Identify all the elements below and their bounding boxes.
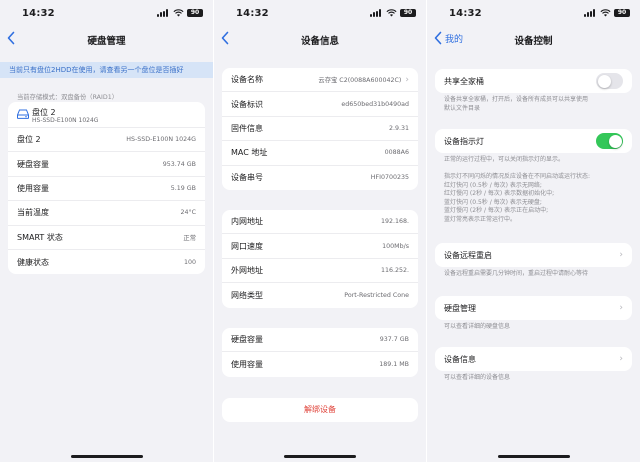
mac-address-row: MAC 地址 0088A6 — [222, 141, 418, 166]
disk-management-screen: 14:32 90 硬盘管理 当前只有盘位2HDD在使用，请查看另一个盘位是否插好… — [0, 0, 213, 462]
page-title: 设备信息 — [300, 36, 339, 47]
device-info-card[interactable]: 设备信息 › — [435, 347, 632, 372]
nav-bar: 我的 设备控制 — [427, 26, 640, 54]
battery-icon: 90 — [187, 9, 203, 17]
share-family-toggle[interactable] — [596, 73, 623, 90]
serial-number-row: 设备串号 HFI0700235 — [231, 173, 409, 183]
lan-address-row: 内网地址 192.168. — [222, 210, 418, 235]
wifi-icon — [173, 9, 184, 17]
nav-bar: 硬盘管理 — [0, 26, 213, 54]
device-identity-card: 设备名称 云存宝 C2(0088A600042C) › 设备标识 ed650bed31… — [222, 68, 418, 190]
cellular-signal-icon — [157, 9, 170, 17]
used-capacity-row: 使用容量 189.1 MB — [231, 360, 409, 370]
status-bar: 14:32 90 — [214, 0, 426, 26]
chevron-right-icon: › — [619, 250, 623, 261]
status-bar: 14:32 90 — [0, 0, 213, 26]
indicator-light-row: 设备指示灯 — [435, 129, 632, 153]
network-card: 内网地址 192.168. 网口速度 100Mb/s 外网地址 116.252. 网络… — [222, 210, 418, 308]
nat-type-row: 网络类型 Port-Restricted Cone — [231, 290, 409, 300]
cellular-signal-icon — [370, 9, 383, 17]
disk-row-slot: 盘位 2 HS-SSD-E100N 1024G — [8, 128, 205, 153]
wifi-icon — [386, 9, 397, 17]
device-info-description: 可以查看详细的设备信息 — [444, 374, 511, 381]
wan-address-row: 外网地址 116.252. — [222, 259, 418, 284]
battery-icon: 90 — [400, 9, 416, 17]
wifi-icon — [600, 9, 611, 17]
indicator-light-description: 正常的运行过程中，可以关闭指示灯的显示。 指示灯不同闪烁的情况反应设备在不同启动… — [444, 156, 591, 223]
device-control-screen: 14:32 90 我的 设备控制 共享全家桶 设备共享全家桶，打开后，设备所有成… — [427, 0, 640, 462]
disk-header: 盘位 2 HS-SSD-E100N 1024G — [8, 102, 205, 128]
chevron-right-icon: › — [405, 74, 409, 85]
nav-bar: 设备信息 — [214, 26, 426, 54]
storage-card: 硬盘容量 937.7 GB 使用容量 189.1 MB — [222, 328, 418, 377]
share-card: 共享全家桶 — [435, 69, 632, 94]
status-bar: 14:32 90 — [427, 0, 640, 26]
cellular-signal-icon — [584, 9, 597, 17]
status-time: 14:32 — [22, 8, 55, 19]
storage-mode-caption: 当前存储模式：双盘备份（RAID1） — [17, 94, 118, 101]
home-indicator — [284, 455, 356, 458]
warning-banner: 当前只有盘位2HDD在使用，请查看另一个盘位是否插好 — [0, 62, 213, 78]
device-info-screen: 14:32 90 设备信息 设备名称 云存宝 C2(0088A600042C) › … — [214, 0, 426, 462]
device-info-row[interactable]: 设备信息 › — [435, 347, 632, 371]
status-time: 14:32 — [449, 8, 482, 19]
battery-icon: 90 — [614, 9, 630, 17]
remote-reboot-row[interactable]: 设备远程重启 › — [435, 243, 632, 267]
hard-drive-icon — [17, 109, 29, 119]
disk-row-health: 健康状态 100 — [17, 257, 196, 267]
status-time: 14:32 — [236, 8, 269, 19]
disk-management-description: 可以查看详细的硬盘信息 — [444, 323, 511, 330]
disk-capacity-row: 硬盘容量 937.7 GB — [222, 328, 418, 353]
disk-row-temperature: 当前温度 24°C — [8, 201, 205, 226]
disk-row-smart: SMART 状态 正常 — [8, 226, 205, 250]
disk-row-capacity: 硬盘容量 953.74 GB — [8, 152, 205, 177]
disk-row-used: 使用容量 5.19 GB — [8, 177, 205, 202]
indicator-light-toggle[interactable] — [596, 133, 623, 150]
share-family-row: 共享全家桶 — [435, 69, 632, 93]
home-indicator — [70, 455, 143, 458]
home-indicator — [497, 455, 570, 458]
device-id-row: 设备标识 ed650bed31b0490ad — [222, 92, 418, 117]
chevron-right-icon: › — [619, 303, 623, 314]
disk-management-row[interactable]: 硬盘管理 › — [435, 296, 632, 320]
port-speed-row: 网口速度 100Mb/s — [222, 234, 418, 259]
indicator-light-card: 设备指示灯 — [435, 129, 632, 154]
unbind-device-button[interactable]: 解绑设备 — [222, 398, 418, 422]
disk-card: 盘位 2 HS-SSD-E100N 1024G 盘位 2 HS-SSD-E100N… — [8, 102, 205, 275]
disk-model: HS-SSD-E100N 1024G — [32, 117, 99, 124]
page-title: 设备控制 — [514, 36, 553, 47]
reboot-card[interactable]: 设备远程重启 › — [435, 243, 632, 268]
chevron-right-icon: › — [619, 354, 623, 365]
share-description: 设备共享全家桶，打开后，设备所有成员可以共享使用 默认文件目录 — [444, 96, 589, 112]
device-name-row[interactable]: 设备名称 云存宝 C2(0088A600042C) › — [222, 68, 418, 93]
disk-management-card[interactable]: 硬盘管理 › — [435, 296, 632, 321]
page-title: 硬盘管理 — [87, 36, 126, 47]
firmware-row: 固件信息 2.9.31 — [222, 117, 418, 142]
reboot-description: 设备远程重启需要几分钟时间，重启过程中请耐心等待 — [444, 270, 589, 277]
